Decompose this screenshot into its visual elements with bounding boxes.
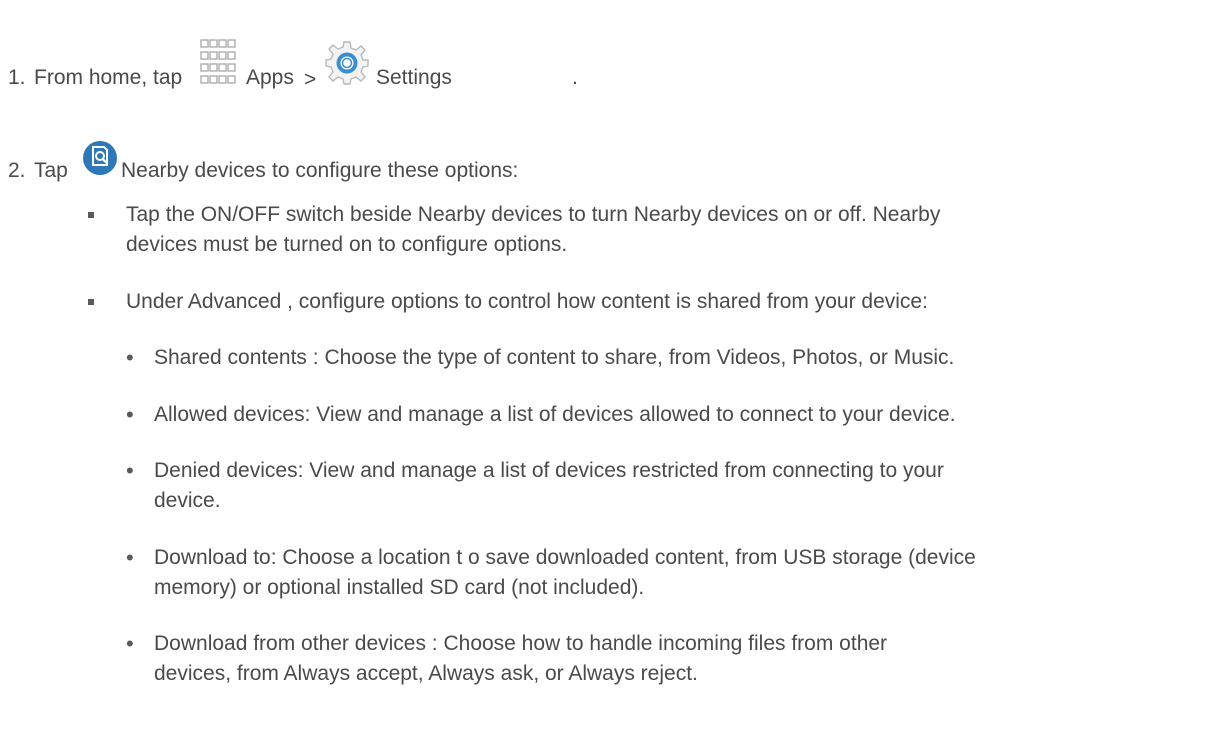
apps-grid-icon — [199, 38, 239, 99]
step-2-lead: Tap — [34, 159, 68, 182]
bullet-1-line-1: Tap the ON/OFF switch beside Nearby devi… — [126, 203, 941, 226]
step-1-end: . — [572, 66, 578, 89]
step-1-lead: From home, tap — [34, 66, 183, 89]
round-bullet: • — [126, 345, 134, 370]
sub-bullet-4-line-1: Download to: Choose a location t o save … — [154, 546, 976, 569]
apps-label: Apps — [246, 66, 294, 89]
step-number: 1. — [8, 66, 26, 89]
sub-bullet-5-line-2: devices, from Always accept, Always ask,… — [154, 662, 698, 685]
round-bullet: • — [126, 631, 134, 656]
step-number: 2. — [8, 159, 26, 182]
sub-bullet-4-line-2: memory) or optional installed SD card (n… — [154, 576, 645, 599]
square-bullet — [88, 299, 94, 305]
square-bullet — [88, 212, 94, 218]
sub-bullet-3-line-2: device. — [154, 489, 221, 512]
settings-gear-icon — [324, 40, 370, 95]
bullet-1-line-2: devices must be turned on to configure o… — [126, 233, 568, 256]
sub-bullet-2: Allowed devices: View and manage a list … — [154, 403, 956, 426]
round-bullet: • — [126, 545, 134, 570]
nearby-devices-icon — [82, 140, 118, 185]
nearby-devices-label: Nearby devices — [121, 159, 266, 182]
round-bullet: • — [126, 402, 134, 427]
step-1-text: From home, tap — [34, 63, 182, 93]
bullet-2-line-1: Under Advanced , configure options to co… — [126, 290, 928, 313]
sub-bullet-3-line-1: Denied devices: View and manage a list o… — [154, 459, 944, 482]
sub-bullet-1: Shared contents : Choose the type of con… — [154, 346, 955, 369]
separator: > — [304, 68, 317, 91]
round-bullet: • — [126, 458, 134, 483]
settings-label: Settings — [376, 66, 452, 89]
sub-bullet-5-line-1: Download from other devices : Choose how… — [154, 632, 888, 655]
step-2-rest: to configure these options: — [272, 159, 519, 182]
